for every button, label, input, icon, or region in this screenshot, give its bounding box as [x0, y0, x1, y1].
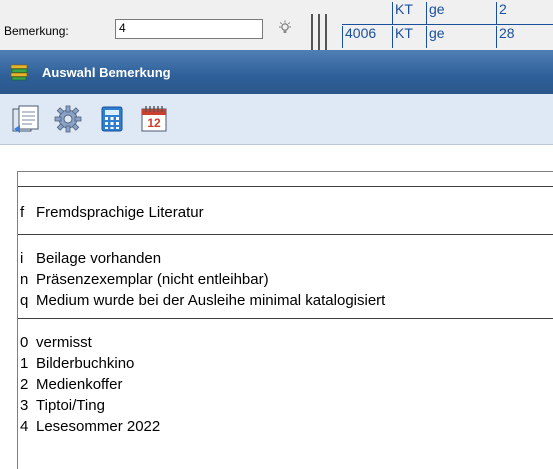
lightbulb-icon[interactable]	[277, 20, 293, 36]
grid-cell[interactable]: ge	[426, 2, 460, 24]
separator	[18, 234, 553, 235]
dialog-title: Auswahl Bemerkung	[42, 65, 171, 80]
item-code: 2	[20, 376, 29, 393]
list-item[interactable]: 2 Medienkoffer	[18, 376, 553, 394]
item-label: Medium wurde bei der Ausleihe minimal ka…	[36, 292, 386, 309]
calculator-icon[interactable]	[96, 103, 128, 135]
item-label: Beilage vorhanden	[36, 250, 162, 267]
list-item[interactable]: n Präsenzexemplar (nicht entleihbar)	[18, 271, 553, 289]
list-item[interactable]: f Fremdsprachige Literatur	[18, 204, 553, 222]
dialog-titlebar[interactable]: Auswahl Bemerkung	[0, 50, 553, 94]
calendar-day: 12	[147, 116, 161, 130]
dialog-toolbar: 12	[0, 94, 553, 145]
item-label: Bilderbuchkino	[36, 355, 135, 372]
splitter[interactable]	[325, 14, 327, 50]
grid-cell[interactable]: 4006	[342, 26, 392, 48]
grid-cell[interactable]: ge	[426, 26, 460, 48]
bemerkung-list: f Fremdsprachige Literatur i Beilage vor…	[17, 171, 553, 469]
item-code: 1	[20, 355, 29, 372]
item-label: Medienkoffer	[36, 376, 123, 393]
item-code: i	[20, 250, 24, 267]
list-item[interactable]: 0 vermisst	[18, 334, 553, 352]
grid-cell[interactable]: 28	[496, 26, 526, 48]
splitter[interactable]	[318, 14, 320, 50]
calendar-icon[interactable]: 12	[138, 103, 170, 135]
grid-cell[interactable]: 2	[496, 2, 526, 24]
separator	[18, 186, 553, 187]
background-grid: 4006 KT KT ge ge 2 28	[342, 0, 553, 50]
item-code: q	[20, 292, 29, 309]
item-code: n	[20, 271, 29, 288]
splitter[interactable]	[311, 14, 313, 50]
grid-cell[interactable]: KT	[392, 2, 426, 24]
item-code: 4	[20, 418, 29, 435]
separator	[18, 318, 553, 319]
item-label: Tiptoi/Ting	[36, 397, 105, 414]
item-label: vermisst	[36, 334, 92, 351]
grid-cell	[460, 2, 496, 24]
item-label: Präsenzexemplar (nicht entleihbar)	[36, 271, 269, 288]
item-code: 0	[20, 334, 29, 351]
list-item[interactable]: i Beilage vorhanden	[18, 250, 553, 268]
books-icon	[10, 64, 28, 81]
auswahl-bemerkung-dialog: Auswahl Bemerkung 12 f Fremdsprachige Li…	[0, 50, 553, 469]
list-item[interactable]: 1 Bilderbuchkino	[18, 355, 553, 373]
bemerkung-label: Bemerkung:	[4, 24, 69, 38]
list-item[interactable]: 3 Tiptoi/Ting	[18, 397, 553, 415]
background-form: Bemerkung: 4 4006 KT KT ge ge 2 28	[0, 0, 553, 50]
list-item[interactable]: q Medium wurde bei der Ausleihe minimal …	[18, 292, 553, 310]
bemerkung-input[interactable]: 4	[115, 19, 263, 39]
grid-cell[interactable]: KT	[392, 26, 426, 48]
item-label: Lesesommer 2022	[36, 418, 161, 435]
list-item[interactable]: 4 Lesesommer 2022	[18, 418, 553, 436]
item-code: f	[20, 204, 25, 221]
item-code: 3	[20, 397, 29, 414]
document-icon[interactable]	[10, 103, 42, 135]
gear-icon[interactable]	[52, 103, 84, 135]
item-label: Fremdsprachige Literatur	[36, 204, 204, 221]
